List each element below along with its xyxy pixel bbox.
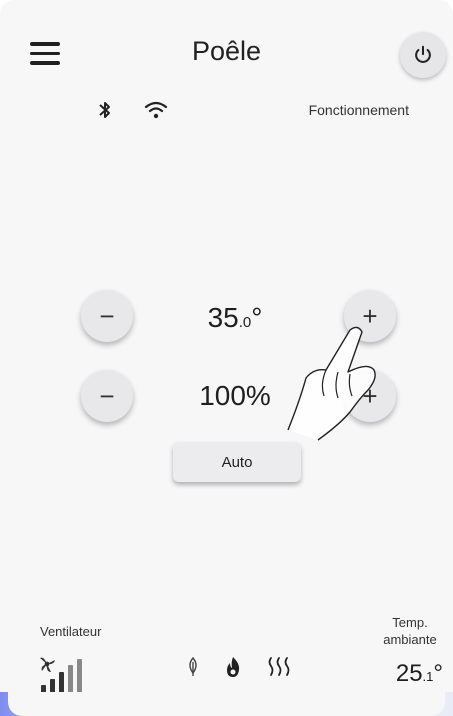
status-text: Fonctionnement <box>308 102 409 118</box>
auto-mode-button[interactable]: Auto <box>173 442 301 482</box>
tap-gesture-hand-icon <box>287 326 376 441</box>
power-icon <box>415 45 431 63</box>
fan-level-icon[interactable] <box>36 655 100 695</box>
leaf-icon <box>189 657 197 676</box>
page-title: Poêle <box>191 36 262 66</box>
mode-icons <box>186 656 292 678</box>
wifi-icon <box>144 101 168 119</box>
heat-waves-icon <box>268 657 290 676</box>
power-level-decrease-button[interactable]: − <box>81 370 133 422</box>
status-row: Fonctionnement <box>0 98 453 124</box>
ambient-temp-label: Temp. ambiante <box>383 615 437 647</box>
bluetooth-icon <box>99 102 110 118</box>
setpoint-decrease-button[interactable]: − <box>81 290 133 342</box>
power-button[interactable] <box>400 32 446 78</box>
ambient-temp-value: 25.1° <box>395 660 443 687</box>
flame-icon <box>227 657 240 677</box>
fan-label: Ventilateur <box>40 624 102 639</box>
app-screen: Poêle Fonctionnement − 35.0° + − 100% + … <box>0 0 453 716</box>
